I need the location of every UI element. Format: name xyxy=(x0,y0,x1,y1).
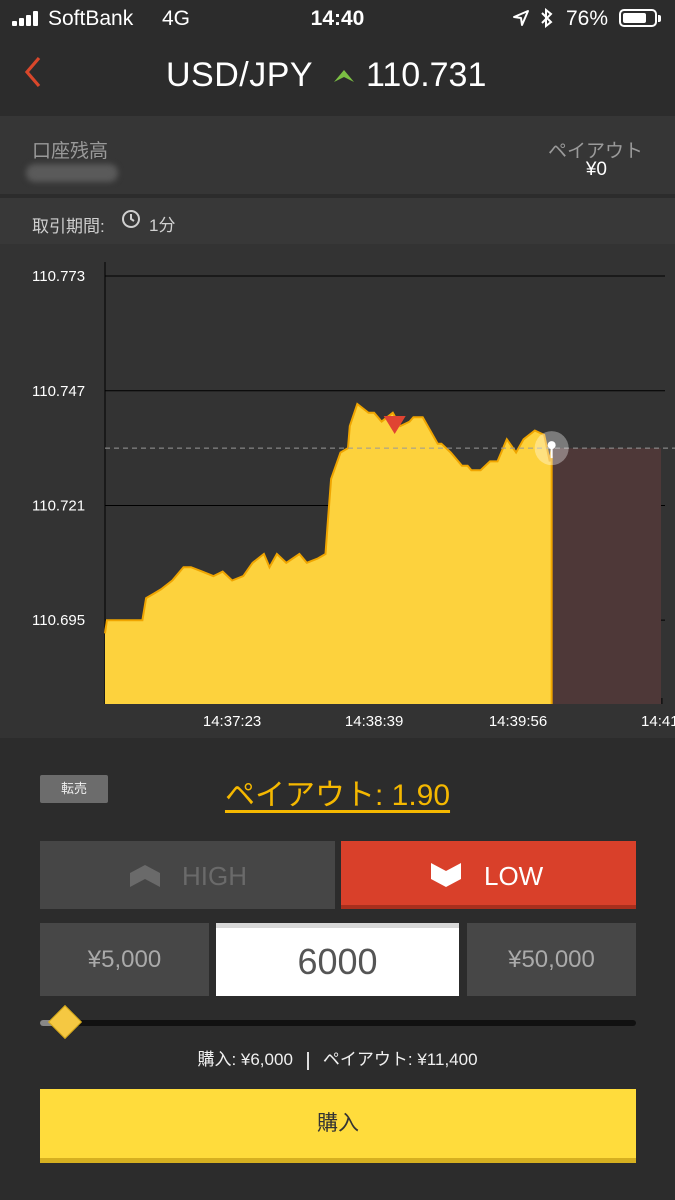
y-tick-label: 110.747 xyxy=(32,383,85,400)
clock-icon xyxy=(122,210,140,228)
y-tick-label: 110.695 xyxy=(32,612,85,629)
app-header: USD/JPY 110.731 xyxy=(0,38,675,116)
buy-button[interactable]: 購入 xyxy=(40,1089,636,1163)
currency-pair: USD/JPY xyxy=(166,56,314,94)
back-button[interactable] xyxy=(24,56,42,97)
high-button[interactable]: HIGH xyxy=(40,841,335,909)
period-label: 取引期間: xyxy=(32,217,105,236)
current-price: 110.731 xyxy=(366,56,487,94)
low-button[interactable]: LOW xyxy=(341,841,636,909)
battery-icon xyxy=(619,9,661,27)
chevron-left-icon xyxy=(24,56,41,88)
expiry-zone xyxy=(551,448,661,704)
down-chevron-icon xyxy=(431,863,461,887)
trade-period-row: 取引期間: 1分 xyxy=(0,198,675,244)
summary-payout: ペイアウト: ¥11,400 xyxy=(322,1050,478,1069)
period-value: 1分 xyxy=(149,216,176,235)
high-label: HIGH xyxy=(182,861,247,891)
status-bar: SoftBank 4G 14:40 76% xyxy=(0,0,675,38)
amount-slider-track[interactable] xyxy=(40,1020,636,1026)
payout-value: ¥0 xyxy=(585,159,607,180)
x-tick-label: 14:41: xyxy=(641,713,675,730)
up-arrow-icon xyxy=(334,70,354,82)
y-tick-label: 110.773 xyxy=(32,268,85,285)
x-tick-label: 14:38:39 xyxy=(345,713,403,730)
amount-input[interactable] xyxy=(216,923,459,996)
battery-percent: 76% xyxy=(566,7,609,30)
y-tick-label: 110.721 xyxy=(32,497,85,514)
low-label: LOW xyxy=(484,861,544,891)
price-chart[interactable]: 110.773 110.747 110.721 110.695 14:37:23 14:3… xyxy=(0,244,675,738)
purchase-summary: 購入: ¥6,000 ペイアウト: ¥11,400 xyxy=(0,1045,675,1070)
x-tick-label: 14:37:23 xyxy=(203,713,261,730)
amount-slider-handle[interactable] xyxy=(47,1005,82,1039)
bluetooth-icon xyxy=(541,8,553,28)
balance-value-redacted xyxy=(26,164,118,182)
summary-purchase: 購入: ¥6,000 xyxy=(197,1050,293,1069)
amount-preset-5000[interactable]: ¥5,000 xyxy=(40,923,209,996)
location-icon xyxy=(513,10,529,26)
balance-label: 口座残高 xyxy=(32,141,109,162)
payout-rate: ペイアウト: 1.90 xyxy=(224,779,451,812)
x-tick-label: 14:39:56 xyxy=(489,713,547,730)
up-chevron-icon xyxy=(130,865,160,887)
account-summary: 口座残高 ペイアウト ¥0 xyxy=(0,116,675,194)
amount-preset-50000[interactable]: ¥50,000 xyxy=(467,923,636,996)
